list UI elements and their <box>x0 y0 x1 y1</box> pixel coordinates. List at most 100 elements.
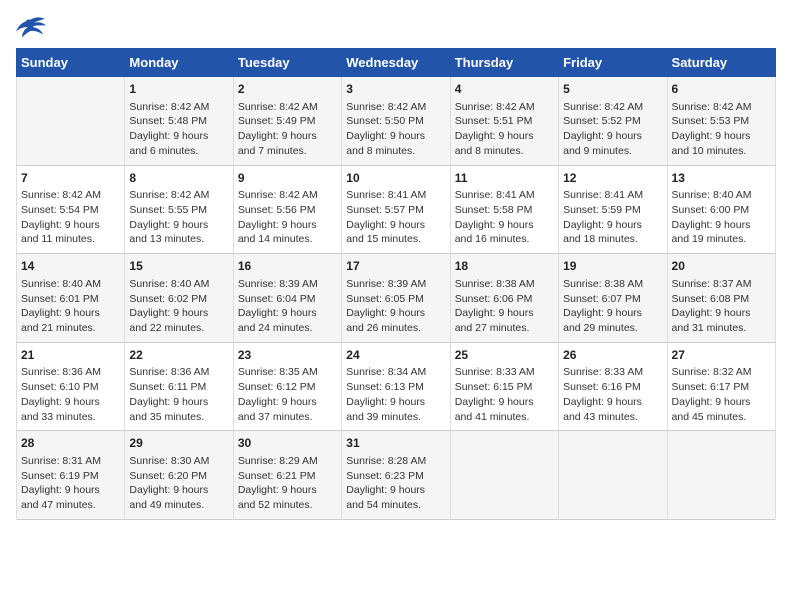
day-number: 15 <box>129 258 228 275</box>
day-info-line: Sunset: 5:53 PM <box>672 114 771 129</box>
calendar-cell: 13Sunrise: 8:40 AMSunset: 6:00 PMDayligh… <box>667 165 775 254</box>
day-info-line: Daylight: 9 hours <box>563 306 662 321</box>
day-number: 13 <box>672 170 771 187</box>
day-info-line: Daylight: 9 hours <box>346 218 445 233</box>
day-info-line: Sunrise: 8:41 AM <box>346 188 445 203</box>
day-info-line: Sunset: 6:07 PM <box>563 292 662 307</box>
day-info-line: Sunset: 6:06 PM <box>455 292 554 307</box>
day-info-line: Sunrise: 8:34 AM <box>346 365 445 380</box>
day-number: 27 <box>672 347 771 364</box>
day-number: 25 <box>455 347 554 364</box>
day-number: 24 <box>346 347 445 364</box>
column-header-monday: Monday <box>125 49 233 77</box>
day-number: 2 <box>238 81 337 98</box>
day-info-line: Sunset: 5:50 PM <box>346 114 445 129</box>
day-number: 3 <box>346 81 445 98</box>
column-header-saturday: Saturday <box>667 49 775 77</box>
calendar-cell: 24Sunrise: 8:34 AMSunset: 6:13 PMDayligh… <box>342 342 450 431</box>
day-info-line: Sunrise: 8:39 AM <box>238 277 337 292</box>
day-info-line: Sunrise: 8:33 AM <box>563 365 662 380</box>
calendar-body: 1Sunrise: 8:42 AMSunset: 5:48 PMDaylight… <box>17 77 776 520</box>
day-info-line: Daylight: 9 hours <box>346 395 445 410</box>
calendar-cell: 15Sunrise: 8:40 AMSunset: 6:02 PMDayligh… <box>125 254 233 343</box>
day-info-line: Sunrise: 8:35 AM <box>238 365 337 380</box>
day-info-line: and 18 minutes. <box>563 232 662 247</box>
week-row-2: 7Sunrise: 8:42 AMSunset: 5:54 PMDaylight… <box>17 165 776 254</box>
logo-bird-icon <box>16 16 46 38</box>
day-info-line: and 24 minutes. <box>238 321 337 336</box>
calendar-cell: 19Sunrise: 8:38 AMSunset: 6:07 PMDayligh… <box>559 254 667 343</box>
day-info-line: Sunrise: 8:40 AM <box>129 277 228 292</box>
day-number: 9 <box>238 170 337 187</box>
day-info-line: and 9 minutes. <box>563 144 662 159</box>
day-info-line: and 6 minutes. <box>129 144 228 159</box>
day-info-line: Sunset: 5:48 PM <box>129 114 228 129</box>
day-number: 4 <box>455 81 554 98</box>
calendar-cell: 7Sunrise: 8:42 AMSunset: 5:54 PMDaylight… <box>17 165 125 254</box>
day-info-line: Sunset: 6:19 PM <box>21 469 120 484</box>
week-row-1: 1Sunrise: 8:42 AMSunset: 5:48 PMDaylight… <box>17 77 776 166</box>
day-info-line: Daylight: 9 hours <box>21 483 120 498</box>
day-info-line: Daylight: 9 hours <box>238 129 337 144</box>
calendar-cell: 31Sunrise: 8:28 AMSunset: 6:23 PMDayligh… <box>342 431 450 520</box>
calendar-cell <box>667 431 775 520</box>
day-info-line: and 47 minutes. <box>21 498 120 513</box>
calendar-cell <box>17 77 125 166</box>
calendar-cell: 27Sunrise: 8:32 AMSunset: 6:17 PMDayligh… <box>667 342 775 431</box>
day-info-line: and 49 minutes. <box>129 498 228 513</box>
day-info-line: Sunrise: 8:40 AM <box>21 277 120 292</box>
day-info-line: Sunset: 6:08 PM <box>672 292 771 307</box>
calendar-cell: 26Sunrise: 8:33 AMSunset: 6:16 PMDayligh… <box>559 342 667 431</box>
day-info-line: Sunrise: 8:42 AM <box>563 100 662 115</box>
column-header-friday: Friday <box>559 49 667 77</box>
day-info-line: and 11 minutes. <box>21 232 120 247</box>
column-header-wednesday: Wednesday <box>342 49 450 77</box>
day-info-line: Sunset: 6:23 PM <box>346 469 445 484</box>
day-info-line: Daylight: 9 hours <box>238 218 337 233</box>
day-info-line: Sunrise: 8:42 AM <box>129 100 228 115</box>
day-number: 12 <box>563 170 662 187</box>
column-header-tuesday: Tuesday <box>233 49 341 77</box>
day-info-line: Daylight: 9 hours <box>129 306 228 321</box>
day-info-line: Daylight: 9 hours <box>563 395 662 410</box>
day-info-line: and 29 minutes. <box>563 321 662 336</box>
day-info-line: Sunset: 5:54 PM <box>21 203 120 218</box>
calendar-cell <box>450 431 558 520</box>
day-info-line: Daylight: 9 hours <box>238 306 337 321</box>
calendar-cell: 17Sunrise: 8:39 AMSunset: 6:05 PMDayligh… <box>342 254 450 343</box>
day-info-line: Sunrise: 8:39 AM <box>346 277 445 292</box>
day-info-line: Sunrise: 8:32 AM <box>672 365 771 380</box>
page-header <box>16 16 776 38</box>
day-info-line: Daylight: 9 hours <box>563 218 662 233</box>
day-info-line: and 37 minutes. <box>238 410 337 425</box>
calendar-cell: 22Sunrise: 8:36 AMSunset: 6:11 PMDayligh… <box>125 342 233 431</box>
day-number: 8 <box>129 170 228 187</box>
day-info-line: Daylight: 9 hours <box>672 395 771 410</box>
day-number: 28 <box>21 435 120 452</box>
day-info-line: and 33 minutes. <box>21 410 120 425</box>
calendar-cell: 1Sunrise: 8:42 AMSunset: 5:48 PMDaylight… <box>125 77 233 166</box>
day-info-line: Sunrise: 8:38 AM <box>455 277 554 292</box>
column-header-sunday: Sunday <box>17 49 125 77</box>
day-info-line: Sunset: 6:11 PM <box>129 380 228 395</box>
week-row-4: 21Sunrise: 8:36 AMSunset: 6:10 PMDayligh… <box>17 342 776 431</box>
day-info-line: Daylight: 9 hours <box>129 395 228 410</box>
day-info-line: Daylight: 9 hours <box>21 218 120 233</box>
day-info-line: Daylight: 9 hours <box>563 129 662 144</box>
day-info-line: Daylight: 9 hours <box>346 306 445 321</box>
day-info-line: Sunrise: 8:36 AM <box>129 365 228 380</box>
calendar-cell: 16Sunrise: 8:39 AMSunset: 6:04 PMDayligh… <box>233 254 341 343</box>
day-info-line: Sunrise: 8:38 AM <box>563 277 662 292</box>
calendar-cell: 10Sunrise: 8:41 AMSunset: 5:57 PMDayligh… <box>342 165 450 254</box>
day-info-line: and 8 minutes. <box>346 144 445 159</box>
day-info-line: Sunset: 5:59 PM <box>563 203 662 218</box>
day-info-line: Sunset: 6:01 PM <box>21 292 120 307</box>
day-info-line: and 31 minutes. <box>672 321 771 336</box>
day-number: 10 <box>346 170 445 187</box>
calendar-cell: 4Sunrise: 8:42 AMSunset: 5:51 PMDaylight… <box>450 77 558 166</box>
day-info-line: Sunrise: 8:31 AM <box>21 454 120 469</box>
day-info-line: and 19 minutes. <box>672 232 771 247</box>
calendar-cell: 21Sunrise: 8:36 AMSunset: 6:10 PMDayligh… <box>17 342 125 431</box>
day-number: 18 <box>455 258 554 275</box>
day-info-line: and 35 minutes. <box>129 410 228 425</box>
